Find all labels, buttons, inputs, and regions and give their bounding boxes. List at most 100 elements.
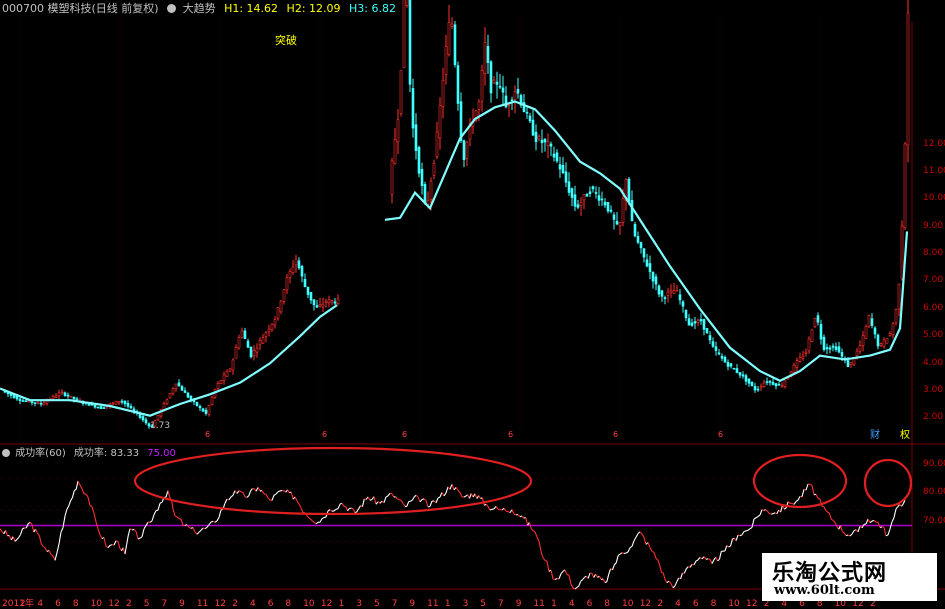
candle-body	[528, 115, 532, 122]
price-tick-label: 10.00	[923, 193, 945, 203]
candles-layer	[3, 0, 910, 429]
indicator-segment	[621, 552, 625, 554]
candle-body	[318, 304, 322, 307]
candle-body	[654, 276, 658, 285]
x-tick-label: 1	[445, 599, 451, 609]
price-tick-label: 8.00	[923, 248, 943, 258]
indicator-segment	[564, 569, 568, 575]
indicator-segment	[208, 521, 212, 526]
candle-body	[858, 345, 862, 352]
candle-body	[36, 402, 40, 404]
candle-body	[747, 378, 751, 384]
candle-body	[312, 299, 316, 306]
breakout-annotation: 突破	[275, 33, 297, 47]
candle-body	[114, 400, 118, 405]
x-tick-label: 2	[126, 599, 132, 609]
indicator-segment	[703, 556, 707, 560]
candle-body	[831, 345, 835, 348]
indicator-segment	[863, 523, 867, 525]
candle-body	[153, 420, 157, 428]
indicator-segment	[89, 505, 93, 508]
candle-body	[240, 330, 244, 338]
indicator-segment	[410, 499, 413, 502]
indicator-segment	[236, 490, 240, 494]
indicator-segment	[107, 545, 111, 549]
indicator-toggle-icon[interactable]	[167, 4, 177, 13]
indicator-segment	[530, 528, 534, 532]
candle-body	[72, 396, 76, 400]
indicator-segment	[429, 500, 433, 507]
candle-body	[894, 309, 898, 324]
indicator-segment	[18, 534, 22, 538]
indicator-segment	[105, 545, 109, 549]
indicator-segment	[341, 502, 345, 507]
candle-body	[309, 292, 313, 301]
indicator-segment	[20, 528, 24, 535]
candle-body	[195, 401, 199, 407]
candle-body	[819, 324, 823, 340]
candle-body	[96, 406, 100, 409]
candle-body	[615, 220, 619, 225]
price-tick-label: 9.00	[923, 221, 943, 231]
indicator-segment	[761, 509, 765, 511]
indicator-segment	[842, 531, 845, 534]
chart-window: { "header": { "stock": "000700 模塑科技(日线 前…	[0, 0, 945, 609]
candle-body	[672, 290, 676, 294]
indicator-segment	[867, 518, 871, 523]
indicator-segment	[210, 520, 214, 523]
candle-body	[33, 402, 37, 404]
indicator-segment	[689, 564, 693, 568]
indicator-segment	[755, 516, 759, 519]
x-tick-label: 4	[569, 599, 575, 609]
h3-value: H3: 6.82	[349, 2, 396, 15]
candle-body	[840, 352, 844, 357]
indicator-segment	[685, 566, 689, 570]
indicator-segment	[540, 551, 544, 558]
candle-body	[552, 153, 556, 158]
indicator-segment	[44, 547, 48, 552]
x-tick-label: 12	[215, 599, 226, 609]
candle-body	[246, 340, 250, 348]
candle-body	[399, 70, 403, 114]
candle-body	[435, 131, 439, 157]
indicator-segment	[389, 492, 393, 495]
indicator-segment	[659, 565, 663, 573]
indicator-segment	[550, 569, 554, 580]
indicator-segment	[639, 531, 643, 535]
candle-body	[906, 12, 910, 146]
candle-body	[516, 89, 520, 94]
indicator-segment	[75, 480, 79, 490]
candle-body	[660, 290, 664, 297]
indicator-segment	[817, 497, 821, 500]
x-tick-label: 5	[374, 599, 380, 609]
indicator-segment	[801, 489, 805, 497]
x-tick-label: 6	[55, 599, 61, 609]
candle-body	[321, 303, 325, 308]
indicator-segment	[337, 503, 341, 509]
x-tick-label: 11	[427, 599, 438, 609]
indicator-toggle-icon[interactable]	[2, 449, 10, 457]
candle-body	[810, 329, 814, 343]
candle-body	[141, 416, 145, 421]
candle-body	[501, 87, 505, 93]
candle-body	[882, 339, 886, 347]
indicator-segment	[300, 507, 304, 513]
indicator-segment	[735, 534, 739, 541]
indicator-segment	[310, 518, 313, 522]
indicator-segment	[56, 543, 60, 553]
x-tick-label: 7	[161, 599, 167, 609]
candle-body	[264, 332, 268, 337]
indicator-segment	[352, 508, 356, 514]
candle-body	[693, 321, 697, 324]
candle-body	[408, 0, 412, 85]
x-tick-label: 2011年	[2, 597, 34, 609]
indicator-segment	[851, 530, 855, 535]
indicator-segment	[728, 545, 731, 548]
x-tick-label: 1	[339, 599, 345, 609]
candle-body	[51, 395, 55, 400]
candle-body	[252, 349, 256, 357]
candle-body	[822, 336, 826, 350]
candle-body	[714, 346, 718, 351]
candle-body	[570, 188, 574, 198]
indicator-segment	[457, 489, 461, 494]
